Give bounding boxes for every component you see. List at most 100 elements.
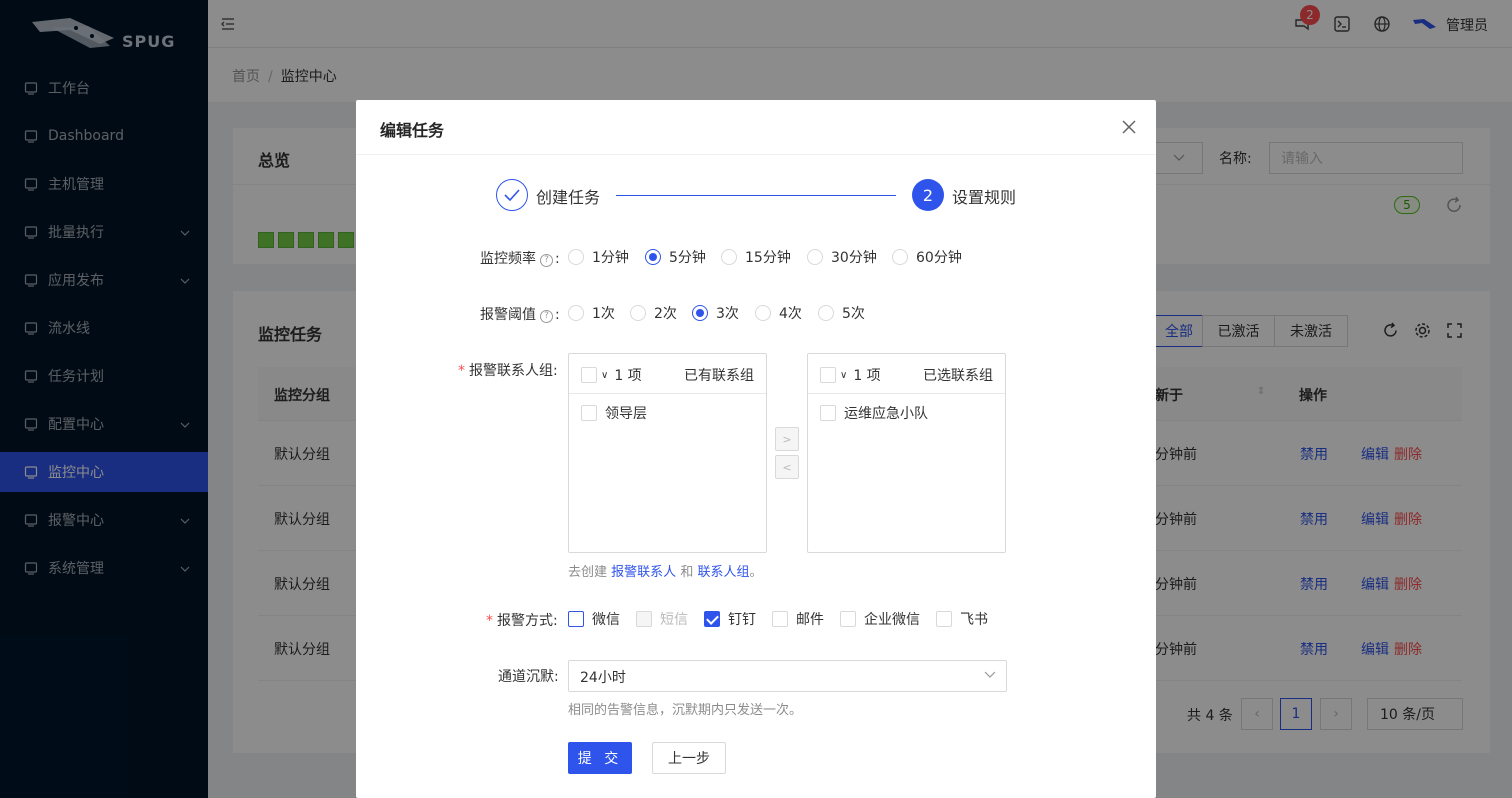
transfer-target-list: ∨ 1 项 已选联系组 运维应急小队: [807, 353, 1006, 553]
checkbox-label: 钉钉: [728, 612, 756, 628]
methods-label-text: 报警方式: [497, 613, 553, 629]
hint-prefix: 去创建: [568, 565, 608, 580]
threshold-radio[interactable]: 5次: [818, 303, 865, 323]
list-item[interactable]: 运维应急小队: [820, 403, 928, 423]
hint-suffix: 。: [749, 565, 763, 580]
contacts-hint: 去创建 报警联系人 和 联系人组。: [568, 561, 763, 580]
checkbox-box[interactable]: [772, 611, 788, 627]
list-item-label: 运维应急小队: [844, 406, 928, 422]
frequency-label-text: 监控频率: [480, 251, 536, 267]
checkbox-box[interactable]: [840, 611, 856, 627]
contacts-link[interactable]: 报警联系人: [611, 565, 676, 580]
radio-button[interactable]: [721, 249, 737, 265]
radio-label: 15分钟: [745, 250, 791, 266]
modal-header: 编辑任务: [356, 100, 1156, 155]
radio-button[interactable]: [645, 249, 661, 265]
contact-group-link[interactable]: 联系人组: [697, 565, 749, 580]
silence-select[interactable]: 24小时: [568, 660, 1007, 692]
threshold-radio[interactable]: 1次: [568, 303, 615, 323]
methods-label: * 报警方式:: [486, 613, 558, 629]
method-checkbox[interactable]: 钉钉: [704, 609, 756, 629]
silence-label: 通道沉默:: [498, 669, 559, 685]
radio-label: 3次: [716, 306, 739, 322]
chevron-down-icon[interactable]: ∨: [601, 370, 608, 381]
threshold-label: 报警阈值?:: [480, 307, 560, 323]
contacts-label-text: 报警联系人组: [469, 363, 553, 379]
method-checkbox[interactable]: 飞书: [936, 609, 988, 629]
target-title: 已选联系组: [923, 368, 993, 384]
select-all-checkbox[interactable]: [820, 367, 836, 383]
source-count: 1 项: [614, 368, 642, 384]
silence-value: 24小时: [580, 670, 626, 686]
close-icon[interactable]: [1120, 118, 1138, 136]
checkbox-label: 飞书: [960, 612, 988, 628]
chevron-down-icon[interactable]: ∨: [840, 370, 847, 381]
transfer-target-header: ∨ 1 项 已选联系组: [808, 354, 1005, 394]
transfer-source-header: ∨ 1 项 已有联系组: [569, 354, 766, 394]
previous-step-button[interactable]: 上一步: [652, 742, 726, 774]
threshold-radio[interactable]: 3次: [692, 303, 739, 323]
move-left-button[interactable]: <: [775, 455, 799, 479]
chevron-down-icon: [984, 671, 996, 678]
method-checkbox[interactable]: 短信: [636, 609, 688, 629]
edit-task-modal: 编辑任务 创建任务 2 设置规则 监控频率?: 1分钟 5分钟 15分钟 30分钟 60…: [356, 100, 1156, 798]
threshold-radio[interactable]: 4次: [755, 303, 802, 323]
target-count: 1 项: [853, 368, 881, 384]
hint-and: 和: [680, 565, 694, 580]
frequency-radio[interactable]: 5分钟: [645, 247, 706, 267]
select-all-checkbox[interactable]: [581, 367, 597, 383]
checkbox-label: 微信: [592, 612, 620, 628]
list-item[interactable]: 领导层: [581, 403, 647, 423]
method-checkbox[interactable]: 微信: [568, 609, 620, 629]
checkbox-label: 企业微信: [864, 612, 920, 628]
frequency-radio[interactable]: 30分钟: [807, 247, 877, 267]
threshold-radio[interactable]: 2次: [630, 303, 677, 323]
checkbox-box[interactable]: [568, 611, 584, 627]
radio-button[interactable]: [892, 249, 908, 265]
method-checkbox[interactable]: 邮件: [772, 609, 824, 629]
radio-label: 2次: [654, 306, 677, 322]
radio-label: 5分钟: [669, 250, 706, 266]
radio-button[interactable]: [568, 249, 584, 265]
radio-label: 60分钟: [916, 250, 962, 266]
step-1-label: 创建任务: [536, 188, 601, 207]
checkbox-box[interactable]: [704, 611, 720, 627]
threshold-label-text: 报警阈值: [480, 307, 536, 323]
frequency-radio[interactable]: 15分钟: [721, 247, 791, 267]
radio-button[interactable]: [755, 305, 771, 321]
checkbox-box[interactable]: [936, 611, 952, 627]
transfer-source-list: ∨ 1 项 已有联系组 领导层: [568, 353, 767, 553]
check-icon: [504, 189, 520, 201]
frequency-radio[interactable]: 1分钟: [568, 247, 629, 267]
checkbox-label: 邮件: [796, 612, 824, 628]
item-checkbox[interactable]: [581, 405, 597, 421]
modal-title: 编辑任务: [380, 121, 445, 140]
radio-button[interactable]: [692, 305, 708, 321]
move-right-button[interactable]: >: [775, 427, 799, 451]
item-checkbox[interactable]: [820, 405, 836, 421]
step-connector: [616, 195, 896, 196]
checkbox-label: 短信: [660, 612, 688, 628]
radio-label: 5次: [842, 306, 865, 322]
radio-button[interactable]: [568, 305, 584, 321]
source-title: 已有联系组: [684, 368, 754, 384]
question-icon[interactable]: ?: [540, 310, 553, 323]
radio-button[interactable]: [807, 249, 823, 265]
list-item-label: 领导层: [605, 406, 647, 422]
submit-button[interactable]: 提 交: [568, 742, 632, 774]
question-icon[interactable]: ?: [540, 254, 553, 267]
method-checkbox[interactable]: 企业微信: [840, 609, 920, 629]
frequency-label: 监控频率?:: [480, 251, 560, 267]
radio-label: 4次: [779, 306, 802, 322]
silence-hint: 相同的告警信息，沉默期内只发送一次。: [568, 703, 803, 718]
radio-label: 1次: [592, 306, 615, 322]
step-2-icon: 2: [912, 179, 944, 211]
frequency-radio[interactable]: 60分钟: [892, 247, 962, 267]
radio-button[interactable]: [818, 305, 834, 321]
checkbox-box[interactable]: [636, 611, 652, 627]
radio-button[interactable]: [630, 305, 646, 321]
silence-label-text: 通道沉默: [498, 669, 554, 685]
step-2-label: 设置规则: [952, 188, 1017, 207]
radio-label: 1分钟: [592, 250, 629, 266]
step-1-icon: [496, 179, 528, 211]
